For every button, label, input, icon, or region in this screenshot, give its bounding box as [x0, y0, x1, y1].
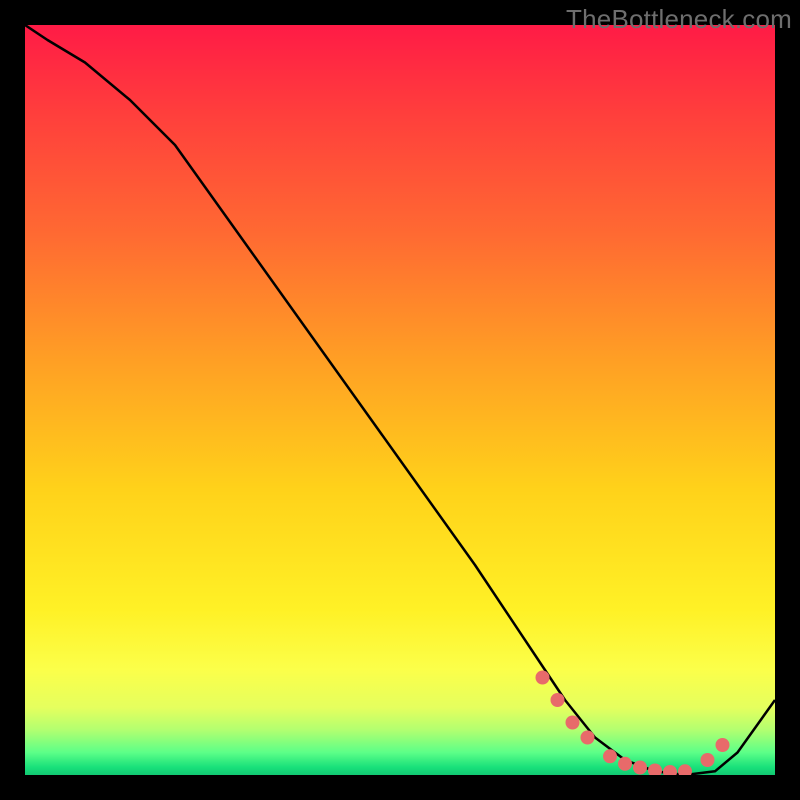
curve-layer	[25, 25, 775, 775]
sweet-spot-point	[663, 765, 677, 775]
sweet-spot-point	[618, 757, 632, 771]
sweet-spot-point	[536, 671, 550, 685]
sweet-spot-point	[566, 716, 580, 730]
bottleneck-curve	[25, 25, 775, 775]
plot-area	[25, 25, 775, 775]
chart-frame: TheBottleneck.com	[0, 0, 800, 800]
sweet-spot-point	[633, 761, 647, 775]
sweet-spot-point	[551, 693, 565, 707]
sweet-spot-points	[536, 671, 730, 776]
sweet-spot-point	[701, 753, 715, 767]
sweet-spot-point	[678, 764, 692, 775]
sweet-spot-point	[648, 764, 662, 776]
sweet-spot-point	[603, 749, 617, 763]
sweet-spot-point	[581, 731, 595, 745]
sweet-spot-point	[716, 738, 730, 752]
